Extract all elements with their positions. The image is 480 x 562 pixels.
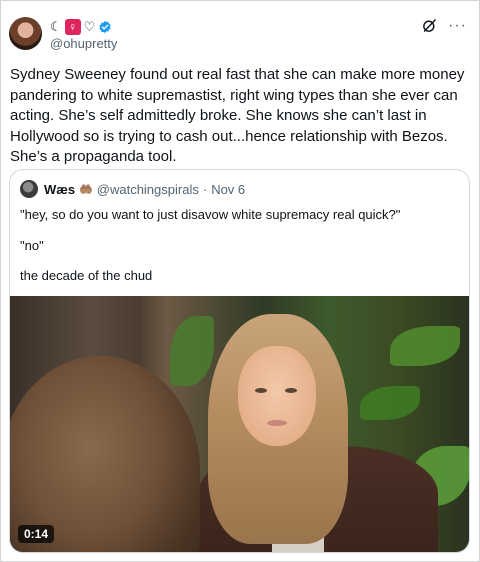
- female-sign-badge: ♀: [64, 18, 81, 35]
- quoted-author-name[interactable]: Wæs: [44, 182, 75, 197]
- quoted-text-line: "hey, so do you want to just disavow whi…: [20, 207, 401, 222]
- video-duration-badge: 0:14: [18, 525, 55, 543]
- tweet-header-actions: ···: [421, 17, 467, 34]
- grok-icon[interactable]: [421, 17, 438, 34]
- avatar[interactable]: [9, 17, 42, 50]
- quoted-text-line: "no": [20, 238, 44, 253]
- plant-leaf: [170, 316, 214, 386]
- foreground-head: [10, 356, 200, 552]
- tweet-card: ☾ ♀ ♡ @ohupretty ··· Sydney Sweeney foun…: [0, 0, 480, 562]
- moon-glyph: ☾: [50, 19, 62, 34]
- quoted-avatar[interactable]: [20, 180, 38, 198]
- tweet-text: Sydney Sweeney found out real fast that …: [10, 66, 465, 165]
- video-thumbnail[interactable]: 0:14: [10, 296, 469, 552]
- separator-dot: ·: [202, 181, 208, 197]
- eye: [285, 388, 297, 393]
- heart-glyph: ♡: [83, 19, 96, 34]
- eye: [255, 388, 267, 393]
- lips: [267, 420, 287, 426]
- quoted-text-line: the decade of the chud: [20, 268, 153, 283]
- more-options-icon[interactable]: ···: [448, 17, 467, 34]
- verified-badge-icon: [99, 20, 111, 33]
- quoted-tweet[interactable]: Wæs 🤲🏽 @watchingspirals · Nov 6 "hey, so…: [9, 169, 470, 553]
- quoted-tweet-header: Wæs 🤲🏽 @watchingspirals · Nov 6: [20, 180, 245, 198]
- author-handle[interactable]: @ohupretty: [50, 36, 117, 51]
- display-name[interactable]: ☾ ♀ ♡: [50, 18, 112, 35]
- face: [238, 346, 316, 446]
- plant-leaf: [390, 326, 460, 366]
- quoted-date[interactable]: Nov 6: [211, 182, 245, 197]
- hands-emoji-icon: 🤲🏽: [79, 183, 93, 196]
- quoted-author-handle[interactable]: @watchingspirals: [97, 182, 199, 197]
- plant-leaf: [360, 386, 420, 420]
